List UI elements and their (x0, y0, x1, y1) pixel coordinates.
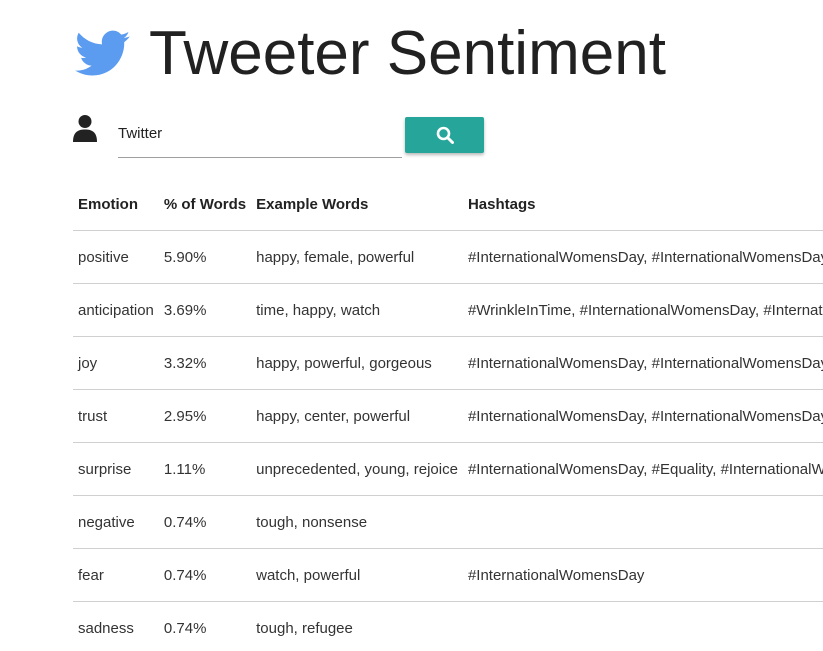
emotion-cell: positive (73, 230, 159, 284)
column-header-emotion: Emotion (73, 178, 159, 231)
example-words-cell: time, happy, watch (251, 283, 463, 337)
hashtags-cell: #InternationalWomensDay (462, 548, 823, 602)
table-row: anticipation 3.69% time, happy, watch #Wrin… (73, 283, 823, 337)
page-header: Tweeter Sentiment (75, 18, 666, 90)
example-words-cell: unprecedented, young, rejoice (251, 442, 463, 496)
percent-cell: 0.74% (158, 548, 252, 602)
column-header-percent: % of Words (158, 178, 252, 231)
page-title: Tweeter Sentiment (149, 19, 666, 88)
column-header-hashtags: Hashtags (462, 178, 823, 231)
user-icon (73, 115, 97, 142)
percent-cell: 2.95% (158, 389, 252, 443)
table-row: surprise 1.11% unprecedented, young, rejoi… (73, 442, 823, 496)
emotion-cell: fear (73, 548, 159, 602)
hashtags-cell: #InternationalWomensDay, #InternationalW… (462, 336, 823, 390)
table-row: fear 0.74% watch, powerful #InternationalWo… (73, 548, 823, 602)
percent-cell: 0.74% (163, 619, 207, 637)
page: Tweeter Sentiment Emotion % of Words Exa… (0, 0, 823, 651)
search-input[interactable] (118, 113, 402, 153)
emotion-cell: trust (73, 389, 159, 443)
column-header-example-words: Example Words (251, 178, 463, 231)
table-row: positive 5.90% happy, female, powerful #Int… (73, 230, 823, 284)
table-row: negative 0.74% tough, nonsense (73, 495, 823, 549)
table-row: joy 3.32% happy, powerful, gorgeous #Intern… (73, 336, 823, 390)
example-words-cell: happy, powerful, gorgeous (251, 336, 463, 390)
example-words-cell: happy, female, powerful (251, 230, 463, 284)
hashtags-cell: #WrinkleInTime, #InternationalWomensDay,… (462, 283, 823, 337)
percent-cell: 5.90% (158, 230, 252, 284)
hashtags-cell (462, 495, 823, 549)
emotion-cell: anticipation (73, 283, 159, 337)
percent-cell: 3.32% (158, 336, 252, 390)
hashtags-cell (463, 602, 823, 651)
hashtags-cell: #InternationalWomensDay, #Equality, #Int… (462, 442, 823, 496)
emotion-table: Emotion % of Words Example Words Hashtag… (73, 178, 823, 651)
search-icon (436, 126, 454, 144)
emotion-cell: surprise (73, 442, 159, 496)
example-words-cell: watch, powerful (251, 548, 463, 602)
table-header-row: Emotion % of Words Example Words Hashtag… (73, 178, 823, 231)
hashtags-cell: #InternationalWomensDay, #InternationalW… (462, 389, 823, 443)
hashtags-cell: #InternationalWomensDay, #InternationalW… (462, 230, 823, 284)
example-words-cell: tough, refugee (256, 619, 353, 637)
twitter-bird-icon (75, 30, 131, 76)
table-row: trust 2.95% happy, center, powerful #Intern… (73, 389, 823, 443)
emotion-cell: negative (73, 495, 159, 549)
table-row: sadness 0.74% tough, refugee (73, 602, 823, 651)
emotion-cell: joy (73, 336, 159, 390)
emotion-cell: sadness (78, 619, 134, 637)
example-words-cell: tough, nonsense (251, 495, 463, 549)
search-button[interactable] (405, 117, 484, 153)
table-body: positive 5.90% happy, female, powerful #Int… (73, 230, 823, 651)
percent-cell: 0.74% (158, 495, 252, 549)
percent-cell: 1.11% (158, 442, 252, 496)
example-words-cell: happy, center, powerful (251, 389, 463, 443)
search-field (118, 113, 402, 158)
percent-cell: 3.69% (158, 283, 252, 337)
